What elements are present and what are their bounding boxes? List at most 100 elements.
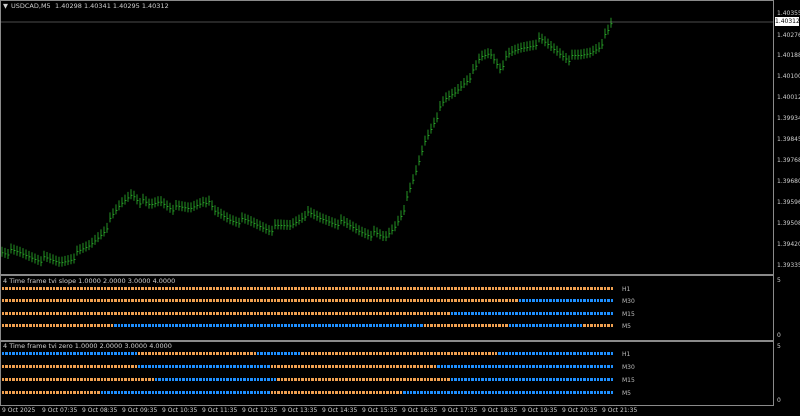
- indicator-dot: [423, 378, 426, 381]
- indicator-dot: [328, 391, 331, 394]
- indicator-dot: [141, 352, 144, 355]
- indicator-dot: [59, 391, 63, 394]
- indicator-dot: [144, 299, 148, 302]
- indicator-dot: [5, 365, 8, 368]
- indicator-dot: [481, 299, 484, 302]
- indicator-dot: [600, 352, 603, 355]
- indicator-dot: [399, 312, 403, 315]
- indicator-dot: [185, 299, 188, 302]
- indicator-dot: [389, 365, 392, 368]
- indicator-dot: [461, 365, 464, 368]
- indicator-dot: [46, 312, 49, 315]
- price-axis-label: 1.39596: [777, 199, 800, 206]
- indicator-dot: [127, 391, 131, 394]
- indicator-dot: [185, 378, 188, 381]
- indicator-dot: [39, 352, 42, 355]
- indicator-dot: [512, 391, 515, 394]
- indicator-dot: [22, 391, 25, 394]
- indicator-dot: [563, 299, 566, 302]
- indicator-dot: [471, 299, 474, 302]
- indicator-dot: [386, 378, 389, 381]
- indicator-dot: [66, 287, 69, 290]
- indicator-dot: [372, 378, 375, 381]
- indicator-dot: [53, 287, 56, 290]
- indicator-dot: [39, 287, 42, 290]
- indicator-dot: [189, 365, 192, 368]
- indicator-dot: [121, 391, 124, 394]
- indicator-dot: [430, 365, 433, 368]
- indicator-dot: [15, 352, 18, 355]
- indicator-dot: [488, 324, 491, 327]
- indicator-dot: [311, 287, 314, 290]
- indicator-dot: [80, 391, 83, 394]
- indicator-dot: [389, 352, 392, 355]
- indicator-dot: [185, 312, 188, 315]
- price-axis-label: 1.39845: [777, 136, 800, 143]
- indicator-dot: [134, 378, 137, 381]
- indicator-dot: [138, 391, 141, 394]
- indicator-dot: [22, 312, 25, 315]
- indicator-dot: [491, 299, 494, 302]
- indicator-dot: [546, 378, 549, 381]
- indicator-dot: [87, 352, 90, 355]
- indicator-dot: [15, 287, 18, 290]
- indicator-dot: [229, 324, 233, 327]
- indicator-dot: [168, 352, 171, 355]
- indicator-dot: [280, 312, 284, 315]
- indicator-dot: [342, 378, 345, 381]
- indicator-slope-row-label: M5: [622, 323, 631, 330]
- indicator-dot: [454, 287, 457, 290]
- indicator-dot: [117, 365, 120, 368]
- indicator-dot: [603, 365, 607, 368]
- indicator-dot: [318, 378, 321, 381]
- indicator-dot: [260, 352, 263, 355]
- indicator-dot: [121, 312, 124, 315]
- indicator-dot: [559, 365, 562, 368]
- indicator-dot: [229, 312, 233, 315]
- indicator-zero-pane[interactable]: [0, 341, 774, 406]
- indicator-dot: [365, 391, 369, 394]
- indicator-dot: [287, 391, 290, 394]
- indicator-dot: [161, 324, 165, 327]
- indicator-dot: [515, 312, 518, 315]
- indicator-dot: [53, 365, 56, 368]
- indicator-dot: [590, 287, 593, 290]
- indicator-dot: [223, 312, 226, 315]
- indicator-dot: [294, 287, 297, 290]
- indicator-dot: [569, 299, 573, 302]
- indicator-dot: [243, 287, 246, 290]
- indicator-dot: [325, 378, 328, 381]
- indicator-dot: [318, 352, 321, 355]
- indicator-dot: [450, 312, 454, 315]
- indicator-dot: [100, 312, 103, 315]
- indicator-dot: [308, 312, 311, 315]
- indicator-dot: [59, 312, 63, 315]
- price-candles: [0, 17, 774, 267]
- indicator-dot: [250, 324, 253, 327]
- indicator-dot: [325, 391, 328, 394]
- indicator-dot: [495, 299, 498, 302]
- indicator-dot: [151, 365, 154, 368]
- indicator-dot: [134, 299, 137, 302]
- triangle-down-icon[interactable]: ▼: [3, 2, 8, 10]
- indicator-dot: [25, 378, 29, 381]
- indicator-dot: [70, 352, 73, 355]
- indicator-dot: [600, 324, 603, 327]
- indicator-dot: [311, 378, 314, 381]
- indicator-dot: [566, 365, 569, 368]
- indicator-dot: [87, 378, 90, 381]
- indicator-dot: [410, 324, 413, 327]
- indicator-dot: [518, 352, 522, 355]
- indicator-dot: [260, 365, 263, 368]
- indicator-dot: [491, 324, 494, 327]
- indicator-dot: [155, 352, 158, 355]
- indicator-dot: [508, 312, 511, 315]
- indicator-dot: [546, 352, 549, 355]
- indicator-dot: [297, 391, 301, 394]
- indicator-dot: [189, 352, 192, 355]
- indicator-dot: [117, 312, 120, 315]
- indicator-dot: [393, 365, 396, 368]
- indicator-dot: [165, 365, 168, 368]
- indicator-dot: [22, 365, 25, 368]
- indicator-dot: [46, 287, 49, 290]
